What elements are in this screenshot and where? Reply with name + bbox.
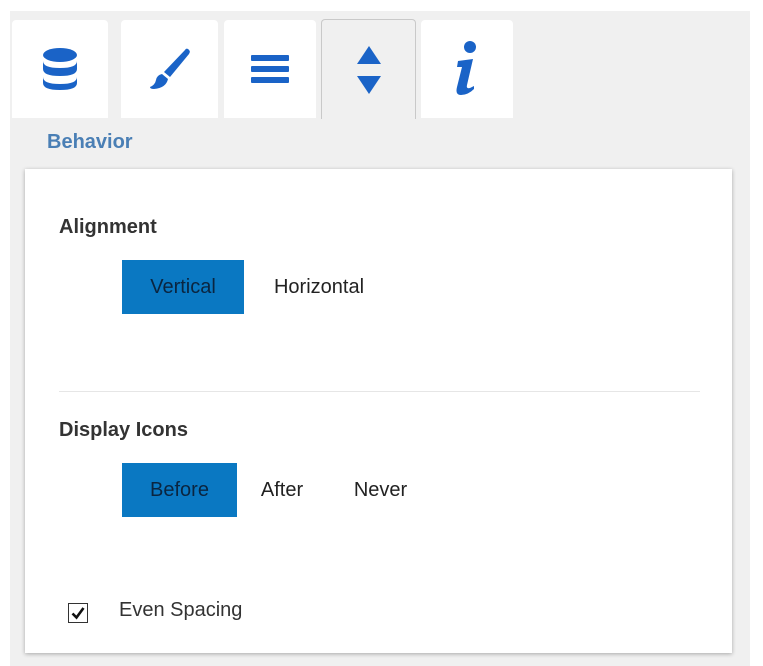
alignment-segmented-control: Vertical Horizontal	[122, 260, 394, 314]
info-icon	[456, 41, 476, 95]
section-divider	[59, 391, 700, 392]
section-title: Behavior	[47, 131, 133, 153]
display-icons-option-after[interactable]: After	[237, 463, 327, 517]
display-icons-segmented-control: Before After Never	[122, 463, 434, 517]
list-icon	[251, 55, 289, 83]
tab-info[interactable]	[421, 20, 513, 118]
sort-arrows-icon	[356, 45, 381, 94]
even-spacing-checkbox[interactable]	[68, 603, 88, 623]
behavior-card: Alignment Vertical Horizontal Display Ic…	[25, 169, 732, 653]
display-icons-label: Display Icons	[59, 419, 188, 441]
tab-behavior[interactable]	[321, 19, 416, 119]
tab-list[interactable]	[224, 20, 316, 118]
display-icons-option-before[interactable]: Before	[122, 463, 237, 517]
even-spacing-label[interactable]: Even Spacing	[119, 598, 242, 622]
brush-icon	[149, 48, 190, 89]
database-icon	[43, 48, 77, 90]
tab-data[interactable]	[12, 20, 108, 118]
alignment-label: Alignment	[59, 216, 157, 238]
properties-panel: Behavior Alignment Vertical Horizontal D…	[10, 11, 750, 666]
alignment-option-vertical[interactable]: Vertical	[122, 260, 244, 314]
display-icons-option-never[interactable]: Never	[327, 463, 434, 517]
checkmark-icon	[71, 607, 85, 620]
tab-style[interactable]	[121, 20, 218, 118]
alignment-option-horizontal[interactable]: Horizontal	[244, 260, 394, 314]
